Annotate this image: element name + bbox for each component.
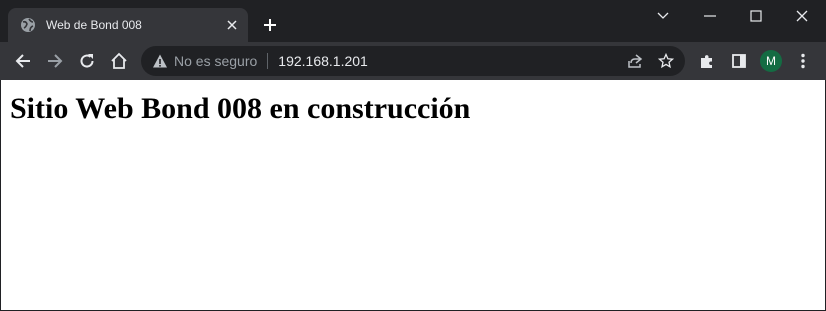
reload-icon[interactable] xyxy=(74,48,100,74)
browser-toolbar: No es seguro 192.168.1.201 M xyxy=(0,42,826,80)
tab-title: Web de Bond 008 xyxy=(46,18,142,32)
omnibox-separator xyxy=(267,53,269,69)
new-tab-plus-icon[interactable] xyxy=(260,15,280,35)
security-status-label[interactable]: No es seguro xyxy=(174,53,257,69)
window-close-icon[interactable] xyxy=(782,3,822,29)
share-icon[interactable] xyxy=(623,49,647,73)
page-heading: Sitio Web Bond 008 en construcción xyxy=(10,92,471,125)
bookmark-star-icon[interactable] xyxy=(654,49,678,73)
address-bar[interactable]: No es seguro 192.168.1.201 xyxy=(141,46,685,76)
profile-avatar[interactable]: M xyxy=(760,50,782,72)
warning-triangle-icon[interactable] xyxy=(152,53,168,69)
back-arrow-icon[interactable] xyxy=(10,48,36,74)
globe-icon xyxy=(20,17,36,33)
tab-search-chevron-icon[interactable] xyxy=(643,3,683,29)
tab-active[interactable]: Web de Bond 008 xyxy=(8,8,248,42)
menu-kebab-icon[interactable] xyxy=(790,48,816,74)
side-panel-icon[interactable] xyxy=(726,48,752,74)
minimize-icon[interactable] xyxy=(690,3,730,29)
home-icon[interactable] xyxy=(106,48,132,74)
forward-arrow-icon[interactable] xyxy=(42,48,68,74)
url-text[interactable]: 192.168.1.201 xyxy=(278,53,368,69)
page-viewport: Sitio Web Bond 008 en construcción xyxy=(0,80,826,311)
extensions-puzzle-icon[interactable] xyxy=(694,48,720,74)
maximize-icon[interactable] xyxy=(736,3,776,29)
tab-close-icon[interactable] xyxy=(222,15,242,35)
title-bar: Web de Bond 008 xyxy=(0,0,826,42)
